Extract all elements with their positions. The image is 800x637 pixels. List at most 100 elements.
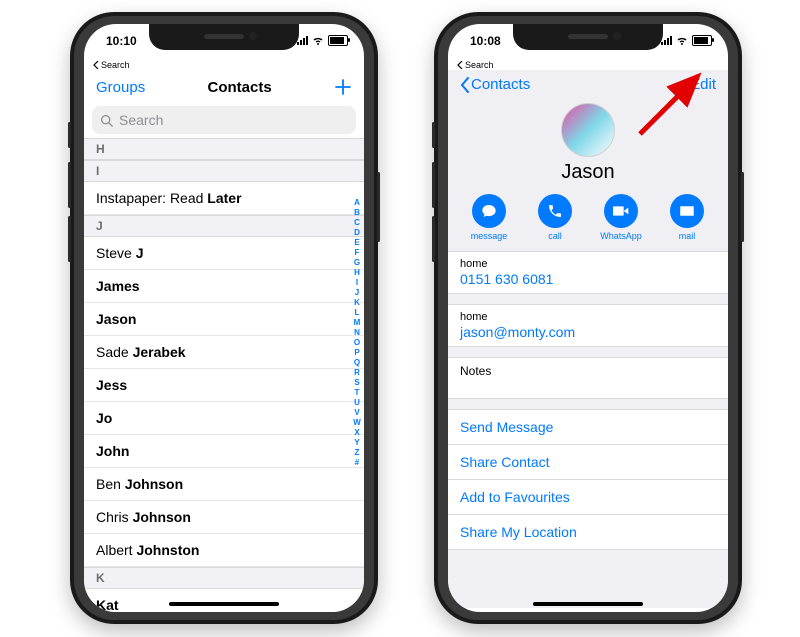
chevron-left-icon [460,77,469,93]
chevron-left-icon [457,61,463,69]
email-card[interactable]: home jason@monty.com [448,304,728,347]
search-icon [100,114,113,127]
index-letter[interactable]: H [352,268,362,278]
section-header: H [84,138,364,160]
phone-card[interactable]: home 0151 630 6081 [448,251,728,294]
index-letter[interactable]: S [352,378,362,388]
link-share-contact[interactable]: Share Contact [448,445,728,480]
index-letter[interactable]: V [352,408,362,418]
section-header: J [84,215,364,237]
index-letter[interactable]: B [352,208,362,218]
contact-row[interactable]: Jason [84,303,364,336]
status-time: 10:08 [470,34,501,48]
section-index[interactable]: ABCDEFGHIJKLMNOPQRSTUVWXYZ# [352,198,362,468]
contact-row[interactable]: Kat [84,589,364,612]
call-icon [538,194,572,228]
back-button[interactable]: Contacts [460,76,530,93]
contact-row[interactable]: John [84,435,364,468]
index-letter[interactable]: E [352,238,362,248]
screen-contact-detail: 10:08 Search Contacts Edit [448,24,728,612]
avatar[interactable] [561,103,615,157]
index-letter[interactable]: R [352,368,362,378]
index-letter[interactable]: W [352,418,362,428]
action-label: mail [679,231,696,241]
action-message[interactable]: message [465,194,513,241]
notch [513,24,663,50]
index-letter[interactable]: M [352,318,362,328]
contact-row[interactable]: Albert Johnston [84,534,364,567]
plus-icon [334,78,352,96]
page-title: Contacts [208,79,272,96]
contact-row[interactable]: Sade Jerabek [84,336,364,369]
link-add-to-favourites[interactable]: Add to Favourites [448,480,728,515]
chevron-left-icon [93,61,99,69]
screenshot-stage: 10:10 Search Groups Contacts [0,0,800,637]
index-letter[interactable]: O [352,338,362,348]
phone-value[interactable]: 0151 630 6081 [460,270,716,287]
back-to-search[interactable]: Search [84,60,364,70]
index-letter[interactable]: Z [352,448,362,458]
index-letter[interactable]: Y [352,438,362,448]
index-letter[interactable]: P [352,348,362,358]
notes-card[interactable]: Notes [448,357,728,399]
battery-icon [692,35,712,46]
home-indicator[interactable] [169,602,279,606]
nav-bar: Groups Contacts [84,70,364,104]
back-to-search[interactable]: Search [448,60,728,70]
section-header: I [84,160,364,182]
section-header: K [84,567,364,589]
index-letter[interactable]: # [352,458,362,468]
groups-button[interactable]: Groups [96,79,145,96]
email-value[interactable]: jason@monty.com [460,323,716,340]
contact-row[interactable]: Steve J [84,237,364,270]
index-letter[interactable]: T [352,388,362,398]
index-letter[interactable]: A [352,198,362,208]
index-letter[interactable]: X [352,428,362,438]
contact-row[interactable]: Chris Johnson [84,501,364,534]
contacts-list[interactable]: ABCDEFGHIJKLMNOPQRSTUVWXYZ# HIInstapaper… [84,138,364,612]
action-label: message [471,231,508,241]
phone-left: 10:10 Search Groups Contacts [70,12,378,624]
wifi-icon [676,34,688,46]
link-share-my-location[interactable]: Share My Location [448,515,728,550]
contact-row[interactable]: James [84,270,364,303]
contact-row[interactable]: Ben Johnson [84,468,364,501]
quick-actions: message call WhatsApp mail [448,190,728,251]
index-letter[interactable]: F [352,248,362,258]
add-contact-button[interactable] [334,78,352,96]
action-mail[interactable]: mail [663,194,711,241]
contact-row[interactable]: Jo [84,402,364,435]
contact-row[interactable]: Instapaper: Read Later [84,182,364,215]
home-indicator[interactable] [533,602,643,606]
status-time: 10:10 [106,34,137,48]
action-call[interactable]: call [531,194,579,241]
action-whatsapp[interactable]: WhatsApp [597,194,645,241]
wifi-icon [312,34,324,46]
index-letter[interactable]: G [352,258,362,268]
mail-icon [670,194,704,228]
index-letter[interactable]: C [352,218,362,228]
search-input[interactable]: Search [92,106,356,134]
avatar-block: Jason [448,99,728,190]
field-label: home [460,311,716,323]
field-label: home [460,258,716,270]
index-letter[interactable]: L [352,308,362,318]
contact-row[interactable]: Jess [84,369,364,402]
index-letter[interactable]: Q [352,358,362,368]
screen-contacts-list: 10:10 Search Groups Contacts [84,24,364,612]
index-letter[interactable]: K [352,298,362,308]
search-placeholder: Search [119,112,163,128]
index-letter[interactable]: D [352,228,362,238]
index-letter[interactable]: N [352,328,362,338]
index-letter[interactable]: I [352,278,362,288]
link-send-message[interactable]: Send Message [448,410,728,445]
notch [149,24,299,50]
edit-button[interactable]: Edit [690,76,716,93]
contact-name: Jason [561,161,614,184]
battery-icon [328,35,348,46]
index-letter[interactable]: U [352,398,362,408]
action-label: WhatsApp [600,231,642,241]
phone-right: 10:08 Search Contacts Edit [434,12,742,624]
index-letter[interactable]: J [352,288,362,298]
message-icon [472,194,506,228]
